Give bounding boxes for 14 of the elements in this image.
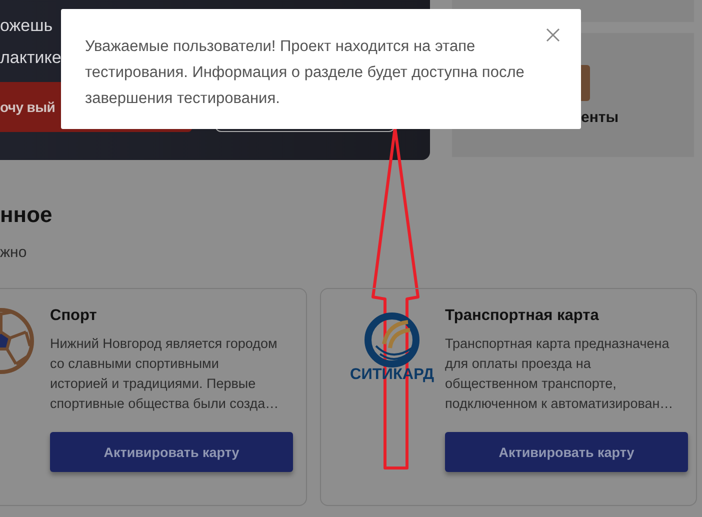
section-title: нное xyxy=(0,201,54,229)
card-description: Нижний Новгород является городом со славными спортивными историей и традициями. Первые спортивные общества были созда… xyxy=(50,335,280,413)
hero-text: ожешь xyxy=(0,15,53,37)
card-label: енты xyxy=(581,109,619,126)
hero-text: лактике xyxy=(0,47,62,69)
card-description: Транспортная карта предназначена для оплаты проезда на общественном транспорте, подключенном к автоматизирован… xyxy=(445,335,674,413)
logo-icon xyxy=(362,310,422,368)
card-title: Спорт xyxy=(50,306,98,326)
activate-button[interactable]: Активировать карту xyxy=(50,432,293,472)
section-subtitle: жно xyxy=(0,244,28,262)
card-title: Транспортная карта xyxy=(445,306,600,326)
close-icon[interactable] xyxy=(546,28,560,42)
activate-button[interactable]: Активировать карту xyxy=(445,432,688,472)
notice-message: Уважаемые пользователи! Проект находится на этапе тестирования. Информация о разделе будет доступна после завершения тестирования. xyxy=(85,37,526,109)
